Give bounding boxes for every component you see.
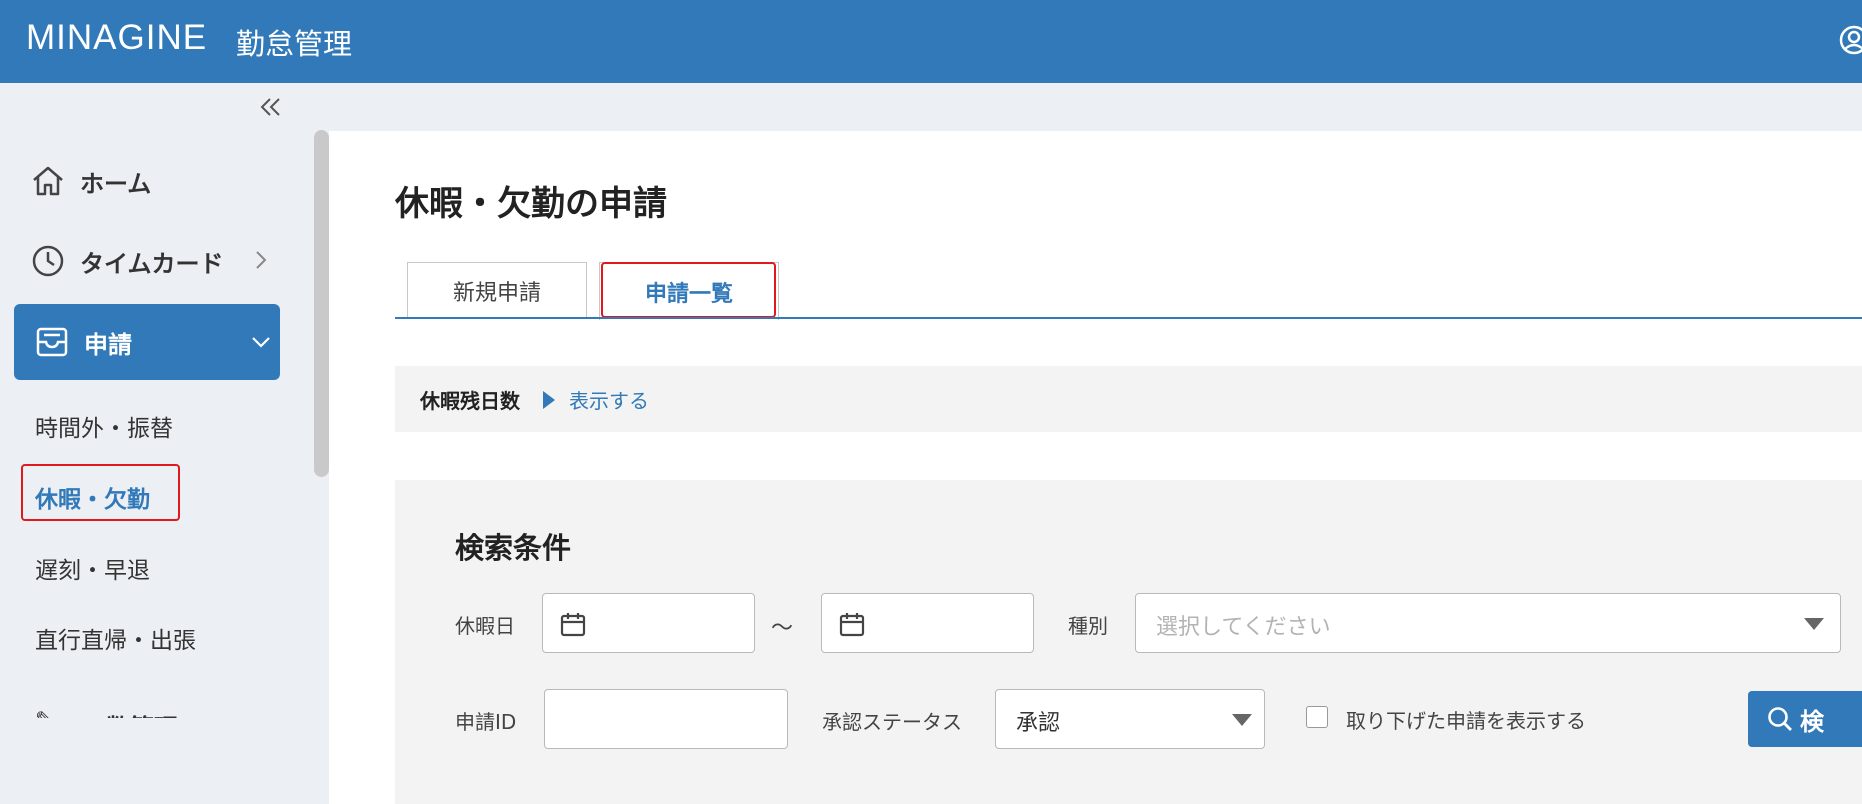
sidebar-item-label: タイムカード [80, 249, 224, 278]
status-value: 承認 [1016, 711, 1061, 736]
type-label: 種別 [1068, 614, 1108, 638]
type-select[interactable]: 選択してください [1135, 593, 1841, 653]
app-header: MINAGINE 勤怠管理 [0, 0, 1862, 83]
tabs-underline [395, 317, 1862, 319]
status-label: 承認ステータス [822, 710, 962, 734]
show-leave-balance-link[interactable]: 表示する [543, 385, 649, 414]
sidebar-item-partial[interactable]: ✎ 工数管理 [30, 702, 280, 718]
collapse-sidebar-icon[interactable] [258, 95, 284, 119]
calendar-icon [839, 613, 865, 637]
caret-right-icon [543, 390, 555, 409]
show-withdrawn-checkbox[interactable] [1306, 706, 1328, 728]
chevron-down-icon [252, 337, 270, 348]
status-select[interactable]: 承認 [995, 689, 1265, 749]
inbox-icon [36, 327, 68, 357]
sidebar-sub-overtime[interactable]: 時間外・振替 [35, 409, 173, 443]
user-icon[interactable] [1838, 24, 1862, 56]
home-icon [33, 166, 63, 196]
search-button-label: 検 [1800, 707, 1824, 736]
product-name: 勤怠管理 [236, 27, 353, 61]
show-withdrawn-label: 取り下げた申請を表示する [1346, 709, 1586, 733]
link-label: 表示する [569, 389, 649, 413]
tab-label: 新規申請 [452, 280, 541, 306]
sidebar-sub-leave[interactable]: 休暇・欠勤 [35, 480, 150, 514]
sidebar-item-request[interactable]: 申請 [14, 304, 280, 380]
clock-icon [32, 245, 64, 277]
sidebar-sub-direct[interactable]: 直行直帰・出張 [35, 621, 196, 655]
leave-balance-panel: 休暇残日数 表示する [395, 366, 1862, 432]
search-button[interactable]: 検 [1748, 691, 1862, 747]
request-id-label: 申請ID [455, 710, 517, 734]
sidebar-item-label: 申請 [84, 330, 132, 359]
date-from-input[interactable] [542, 593, 755, 653]
search-title: 検索条件 [455, 531, 572, 565]
search-icon [1768, 707, 1792, 731]
type-placeholder: 選択してください [1156, 615, 1331, 640]
page-title: 休暇・欠勤の申請 [395, 184, 667, 224]
sidebar-sub-late[interactable]: 遅刻・早退 [35, 551, 150, 585]
date-to-input[interactable] [821, 593, 1034, 653]
request-id-input[interactable] [544, 689, 788, 749]
sidebar-scrollbar[interactable] [314, 130, 329, 477]
highlight-box [601, 262, 776, 318]
chevron-right-icon [256, 251, 267, 269]
sidebar-item-label: ホーム [80, 169, 152, 198]
main-panel: 休暇・欠勤の申請 新規申請 申請一覧 休暇残日数 表示する 検索条件 休暇日 ～ [329, 131, 1862, 804]
logo: MINAGINE [26, 18, 208, 57]
date-label: 休暇日 [455, 614, 515, 638]
caret-down-icon [1232, 714, 1252, 726]
sidebar-item-home[interactable]: ホーム [30, 146, 280, 216]
tab-new-request[interactable]: 新規申請 [407, 262, 587, 318]
calendar-icon [560, 613, 586, 637]
range-separator: ～ [771, 616, 794, 641]
sidebar-item-label: 工数管理 [82, 708, 178, 718]
caret-down-icon [1804, 618, 1824, 630]
leave-balance-label: 休暇残日数 [420, 389, 520, 413]
search-panel: 検索条件 休暇日 ～ 種別 選択してください 申請ID 承認ステータス 承認 取… [395, 480, 1862, 804]
sidebar-item-timecard[interactable]: タイムカード [30, 226, 280, 296]
